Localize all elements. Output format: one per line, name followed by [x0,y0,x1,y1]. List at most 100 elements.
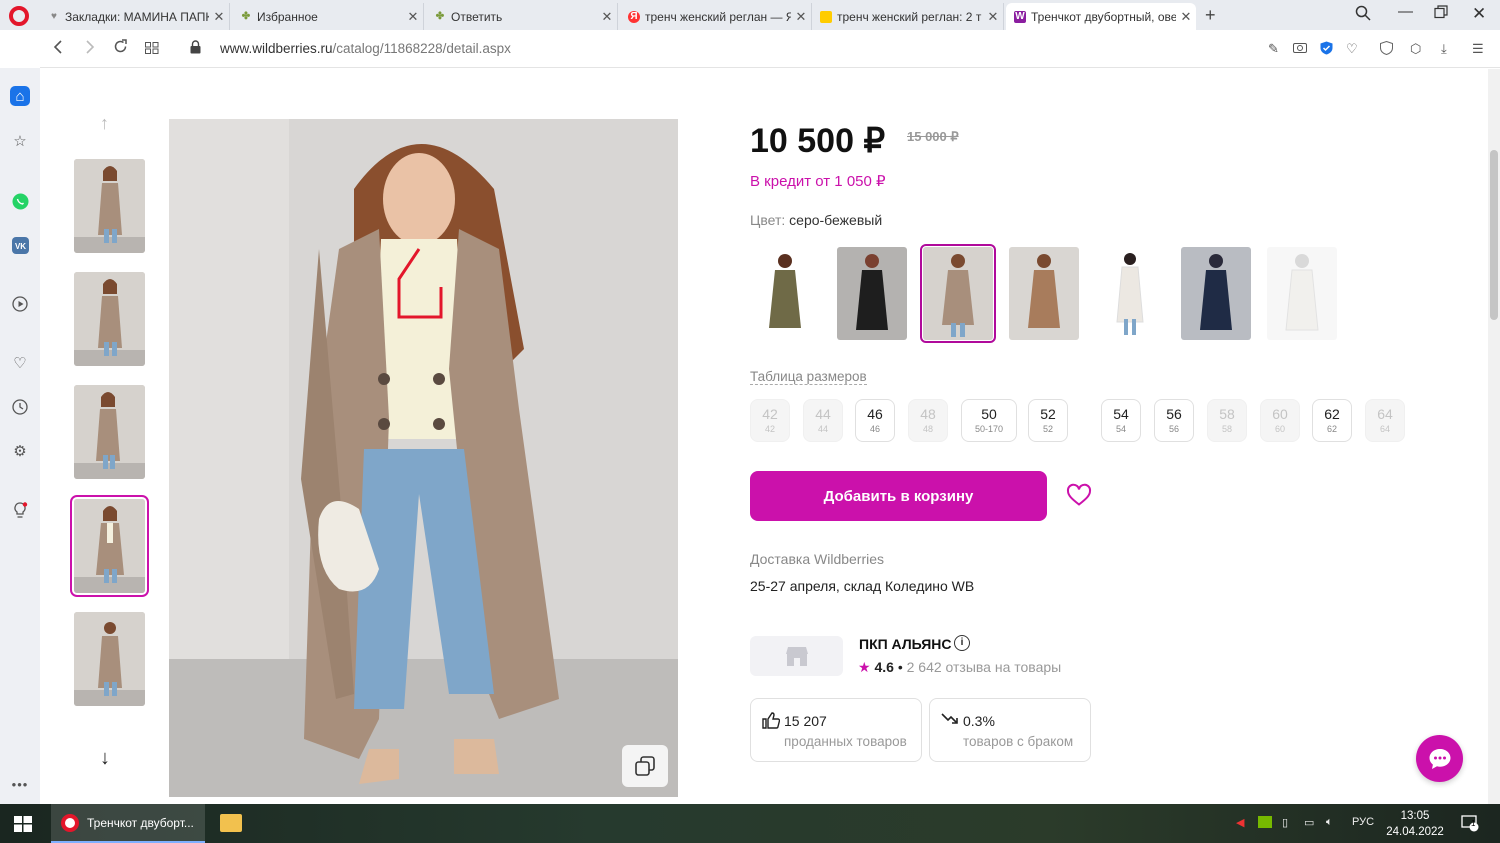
size-option-58[interactable]: 58 58 [1207,399,1247,442]
product-thumbnail[interactable] [74,272,145,366]
size-option-64[interactable]: 64 64 [1365,399,1405,442]
usb-icon[interactable]: ▯ [1282,816,1288,829]
volume-icon[interactable]: 🔈︎ [1326,816,1333,829]
add-to-cart-button[interactable]: Добавить в корзину [750,471,1047,521]
tray-arrow-icon[interactable]: ◀ [1236,816,1244,829]
size-option-50[interactable]: 50 50-170 [961,399,1017,442]
product-thumbnail[interactable] [74,385,145,479]
new-tab-button[interactable]: + [1205,5,1216,26]
language-indicator[interactable]: РУС [1352,816,1374,828]
forward-button[interactable] [85,40,95,58]
heart-icon[interactable]: ♡ [10,353,30,373]
size-option-52[interactable]: 52 52 [1028,399,1068,442]
windows-start-icon[interactable] [14,816,32,832]
heart-icon[interactable]: ♡ [1346,41,1358,57]
settings-icon[interactable]: ⚙ [10,441,30,461]
sold-count: 15 207 [784,713,827,729]
color-variant-grey-beige[interactable] [920,244,996,343]
chat-button[interactable] [1416,735,1463,782]
credit-offer[interactable]: В кредит от 1 050 ₽ [750,172,886,190]
tab-favorites[interactable]: ✤ Избранное ✕ [232,3,424,30]
fullscreen-button[interactable] [622,745,668,787]
color-variant-camel[interactable] [1009,247,1079,340]
color-variant-ivory[interactable] [1267,247,1337,340]
color-label: Цвет: серо-бежевый [750,212,882,228]
color-variant-white[interactable] [1095,247,1165,340]
search-tabs-icon[interactable] [1355,5,1371,25]
close-icon[interactable]: ✕ [597,9,617,25]
cube-icon[interactable]: ⬡ [1410,41,1421,57]
clock[interactable]: 13:05 24.04.2022 [1385,808,1445,840]
tab-yandex-search[interactable]: Я тренч женский реглан — Я ✕ [620,3,812,30]
info-icon[interactable]: i [954,635,970,651]
close-icon[interactable]: ✕ [791,9,811,25]
color-value: серо-бежевый [789,212,883,228]
color-variant-photo [1181,247,1251,340]
opera-icon [61,813,79,832]
speed-dial-icon[interactable] [145,41,159,58]
main-product-image[interactable] [169,119,678,797]
close-icon[interactable]: ✕ [1176,9,1196,25]
easy-setup-icon[interactable]: ☰ [1472,41,1484,57]
adblock-shield-icon[interactable] [1380,40,1393,58]
notifications-icon[interactable]: 1 [1461,814,1479,835]
vpn-shield-icon[interactable] [1320,41,1333,58]
player-icon[interactable] [10,294,30,314]
more-icon[interactable]: ••• [10,774,30,794]
close-icon[interactable]: ✕ [209,9,229,25]
camera-icon[interactable] [1293,41,1307,56]
coat-photo-thumbnail [74,499,145,593]
product-thumbnail[interactable] [74,159,145,253]
thumbs-up-arrow-icon[interactable]: ↑ [100,113,109,134]
home-icon[interactable]: ⌂ [10,86,30,106]
close-window-button[interactable]: ✕ [1472,4,1486,24]
thumbs-down-arrow-icon[interactable]: ↓ [100,747,110,770]
size-option-60[interactable]: 60 60 [1260,399,1300,442]
color-variant-olive[interactable] [750,247,820,340]
size-label: 42 [762,406,778,422]
add-to-favorites-button[interactable] [1066,483,1092,512]
size-label: 60 [1272,406,1288,422]
tips-bulb-icon[interactable] [10,501,30,521]
scrollbar-thumb[interactable] [1490,150,1498,320]
file-explorer-icon[interactable] [220,814,242,832]
tab-reply[interactable]: ✤ Ответить ✕ [426,3,618,30]
edit-icon[interactable]: ✎ [1268,41,1279,57]
size-option-46[interactable]: 46 46 [855,399,895,442]
size-table-link[interactable]: Таблица размеров [750,369,867,385]
back-button[interactable] [53,40,63,58]
color-variant-navy[interactable] [1181,247,1251,340]
minimize-button[interactable]: — [1398,3,1413,20]
nvidia-icon[interactable] [1258,816,1272,831]
product-thumbnail-selected[interactable] [70,495,149,597]
opera-logo-icon[interactable] [9,6,29,26]
size-option-62[interactable]: 62 62 [1312,399,1352,442]
download-icon[interactable]: ⤓ [1441,41,1447,57]
product-thumbnail[interactable] [74,612,145,706]
url-field[interactable]: www.wildberries.ru/catalog/11868228/deta… [220,41,511,56]
color-variant-black[interactable] [837,247,907,340]
size-option-48[interactable]: 48 48 [908,399,948,442]
address-bar: www.wildberries.ru/catalog/11868228/deta… [40,30,1500,68]
close-icon[interactable]: ✕ [983,9,1003,25]
reload-button[interactable] [113,39,128,58]
tab-wildberries[interactable]: W Тренчкот двубортный, овер ✕ [1006,3,1196,30]
tab-bookmarks[interactable]: ♥ Закладки: МАМИНА ПАПКА ✕ [40,3,230,30]
lock-icon[interactable] [190,40,201,58]
size-ru-label: 48 [922,424,933,434]
seller-logo[interactable] [750,636,843,676]
tab-yandex-images[interactable]: тренч женский реглан: 2 т ✕ [812,3,1004,30]
size-option-54[interactable]: 54 54 [1101,399,1141,442]
seller-name[interactable]: ПКП АЛЬЯНС [859,636,951,652]
star-icon[interactable]: ☆ [10,131,30,151]
restore-button[interactable] [1434,5,1448,23]
close-icon[interactable]: ✕ [403,9,423,25]
history-icon[interactable] [10,397,30,417]
network-icon[interactable]: ▭ [1304,816,1314,829]
size-option-56[interactable]: 56 56 [1154,399,1194,442]
taskbar-opera-item[interactable]: Тренчкот двуборт... [51,804,205,843]
size-option-42[interactable]: 42 42 [750,399,790,442]
vk-icon[interactable]: VK [10,235,30,255]
whatsapp-icon[interactable] [10,191,30,211]
size-option-44[interactable]: 44 44 [803,399,843,442]
